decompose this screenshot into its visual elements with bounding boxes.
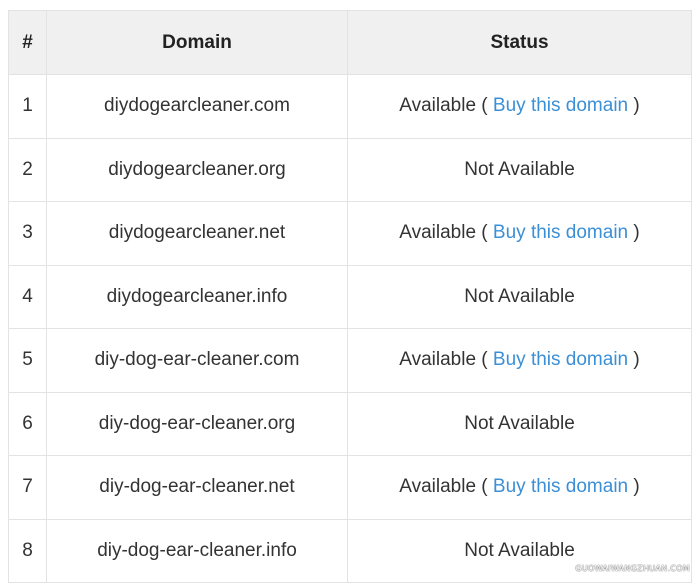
domain-name: diy-dog-ear-cleaner.org — [47, 392, 348, 456]
domain-status: Not Available — [348, 392, 692, 456]
row-number: 7 — [9, 456, 47, 520]
row-number: 4 — [9, 265, 47, 329]
status-available-text: Available ( — [399, 95, 487, 116]
table-row: 4diydogearcleaner.info Not Available — [9, 265, 692, 329]
status-close-paren: ) — [633, 222, 639, 243]
status-close-paren: ) — [633, 95, 639, 116]
status-not-available-text: Not Available — [464, 413, 575, 434]
domain-status: Available ( Buy this domain ) — [348, 75, 692, 139]
header-number: # — [9, 11, 47, 75]
row-number: 6 — [9, 392, 47, 456]
domain-name: diydogearcleaner.net — [47, 202, 348, 266]
domain-availability-table: # Domain Status 1diydogearcleaner.comAva… — [8, 10, 692, 583]
domain-status: Not Available — [348, 265, 692, 329]
domain-table-container: # Domain Status 1diydogearcleaner.comAva… — [8, 10, 691, 583]
domain-name: diy-dog-ear-cleaner.info — [47, 519, 348, 583]
buy-domain-link[interactable]: Buy this domain — [493, 349, 628, 370]
buy-domain-link[interactable]: Buy this domain — [493, 222, 628, 243]
status-available-text: Available ( — [399, 222, 487, 243]
domain-name: diy-dog-ear-cleaner.net — [47, 456, 348, 520]
row-number: 8 — [9, 519, 47, 583]
table-row: 2diydogearcleaner.org Not Available — [9, 138, 692, 202]
buy-domain-link[interactable]: Buy this domain — [493, 95, 628, 116]
table-body: 1diydogearcleaner.comAvailable ( Buy thi… — [9, 75, 692, 583]
status-available-text: Available ( — [399, 476, 487, 497]
row-number: 1 — [9, 75, 47, 139]
status-available-text: Available ( — [399, 349, 487, 370]
row-number: 3 — [9, 202, 47, 266]
header-row: # Domain Status — [9, 11, 692, 75]
row-number: 5 — [9, 329, 47, 393]
status-close-paren: ) — [633, 476, 639, 497]
status-not-available-text: Not Available — [464, 159, 575, 180]
table-row: 5diy-dog-ear-cleaner.comAvailable ( Buy … — [9, 329, 692, 393]
domain-status: Available ( Buy this domain ) — [348, 202, 692, 266]
header-status: Status — [348, 11, 692, 75]
domain-name: diydogearcleaner.info — [47, 265, 348, 329]
domain-name: diydogearcleaner.org — [47, 138, 348, 202]
header-domain: Domain — [47, 11, 348, 75]
domain-status: Available ( Buy this domain ) — [348, 456, 692, 520]
table-row: 3diydogearcleaner.netAvailable ( Buy thi… — [9, 202, 692, 266]
table-row: 6diy-dog-ear-cleaner.org Not Available — [9, 392, 692, 456]
status-not-available-text: Not Available — [464, 286, 575, 307]
table-header: # Domain Status — [9, 11, 692, 75]
row-number: 2 — [9, 138, 47, 202]
status-close-paren: ) — [633, 349, 639, 370]
table-row: 1diydogearcleaner.comAvailable ( Buy thi… — [9, 75, 692, 139]
table-row: 7diy-dog-ear-cleaner.netAvailable ( Buy … — [9, 456, 692, 520]
domain-name: diydogearcleaner.com — [47, 75, 348, 139]
watermark: GUOWAIWANGZHUAN.COM — [575, 564, 690, 573]
domain-status: Available ( Buy this domain ) — [348, 329, 692, 393]
domain-status: Not Available — [348, 138, 692, 202]
domain-name: diy-dog-ear-cleaner.com — [47, 329, 348, 393]
buy-domain-link[interactable]: Buy this domain — [493, 476, 628, 497]
status-not-available-text: Not Available — [464, 540, 575, 561]
